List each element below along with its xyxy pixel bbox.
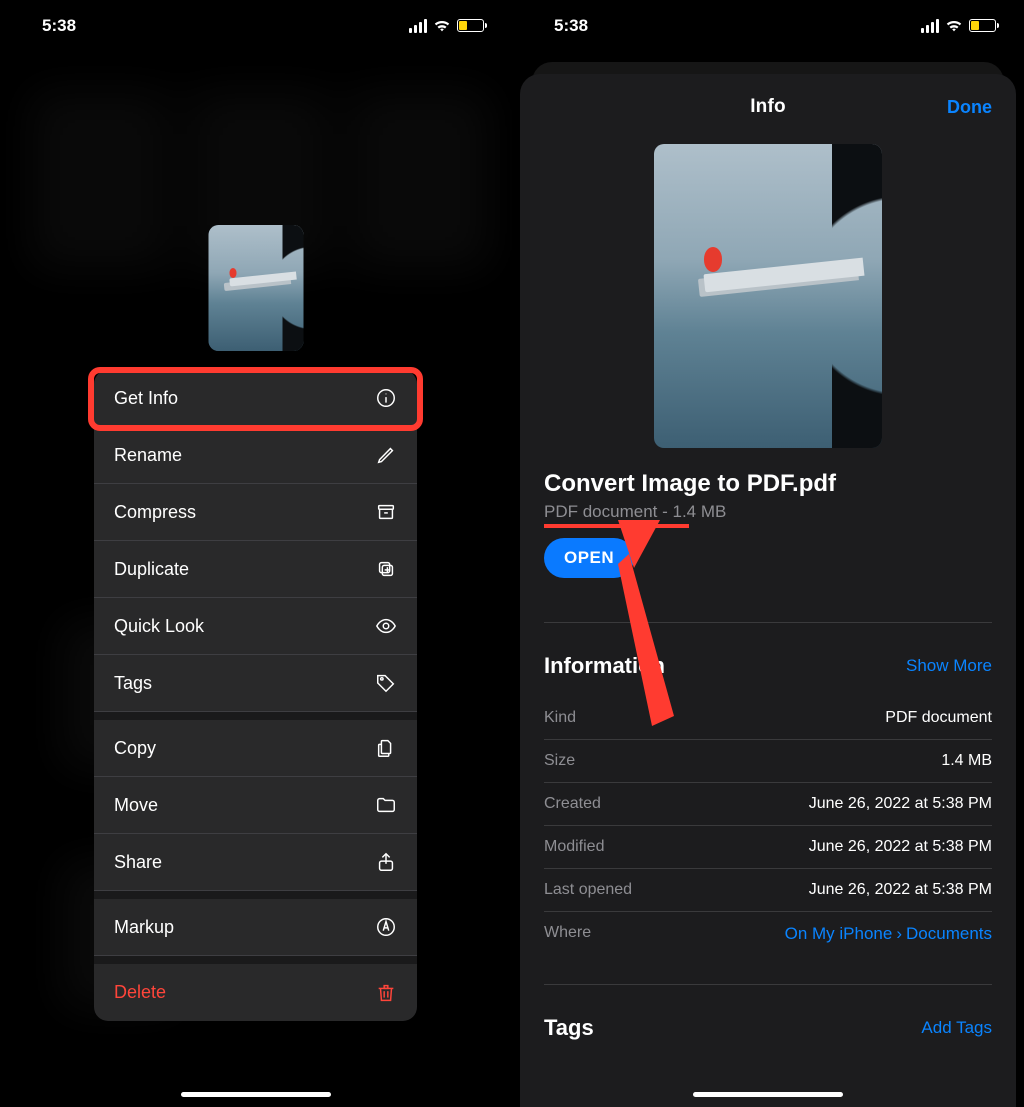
menu-item-label: Markup (114, 917, 174, 938)
info-value: June 26, 2022 at 5:38 PM (809, 795, 992, 813)
menu-get-info[interactable]: Get Info (94, 370, 417, 427)
add-tags-button[interactable]: Add Tags (921, 1018, 992, 1038)
cellular-icon (409, 19, 427, 33)
sheet-title: Info (750, 96, 786, 118)
menu-item-label: Move (114, 795, 158, 816)
pencil-icon (375, 444, 397, 466)
chevron-right-icon: › (896, 924, 902, 943)
menu-item-label: Quick Look (114, 616, 204, 637)
info-value: PDF document (885, 709, 992, 727)
menu-item-label: Duplicate (114, 559, 189, 580)
info-value: 1.4 MB (941, 752, 992, 770)
file-subtitle: PDF document - 1.4 MB (544, 502, 726, 522)
menu-move[interactable]: Move (94, 777, 417, 834)
menu-markup[interactable]: Markup (94, 899, 417, 956)
markup-icon (375, 916, 397, 938)
show-more-button[interactable]: Show More (906, 656, 992, 676)
eye-icon (375, 615, 397, 637)
info-key: Kind (544, 709, 576, 727)
right-screenshot: 5:38 Info Done Convert Image to PDF.pdf … (512, 0, 1024, 1107)
menu-item-label: Get Info (114, 388, 178, 409)
cellular-icon (921, 19, 939, 33)
info-row-modified: Modified June 26, 2022 at 5:38 PM (544, 826, 992, 869)
where-link[interactable]: On My iPhone›Documents (785, 924, 992, 944)
annotation-underline (544, 524, 689, 528)
duplicate-icon (375, 558, 397, 580)
file-thumbnail[interactable] (209, 225, 304, 351)
status-bar: 5:38 (512, 0, 1024, 44)
share-icon (375, 851, 397, 873)
information-list: Kind PDF document Size 1.4 MB Created Ju… (544, 697, 992, 956)
tag-icon (375, 672, 397, 694)
home-indicator (181, 1092, 331, 1097)
wifi-icon (433, 19, 451, 33)
menu-delete[interactable]: Delete (94, 964, 417, 1021)
menu-item-label: Share (114, 852, 162, 873)
menu-item-label: Rename (114, 445, 182, 466)
menu-item-label: Copy (114, 738, 156, 759)
info-row-created: Created June 26, 2022 at 5:38 PM (544, 783, 992, 826)
info-key: Size (544, 752, 575, 770)
file-name: Convert Image to PDF.pdf (544, 470, 992, 498)
copy-icon (375, 737, 397, 759)
file-preview[interactable] (654, 144, 882, 448)
status-time: 5:38 (554, 16, 588, 36)
info-key: Last opened (544, 881, 632, 899)
menu-rename[interactable]: Rename (94, 427, 417, 484)
context-menu: Get Info Rename Compress Duplicate Quick… (94, 370, 417, 1021)
menu-item-label: Delete (114, 982, 166, 1003)
home-indicator (693, 1092, 843, 1097)
menu-tags[interactable]: Tags (94, 655, 417, 712)
menu-item-label: Compress (114, 502, 196, 523)
info-sheet: Info Done Convert Image to PDF.pdf PDF d… (520, 74, 1016, 1107)
left-screenshot: 5:38 Get Info Rename Compress (0, 0, 512, 1107)
archive-icon (375, 501, 397, 523)
menu-copy[interactable]: Copy (94, 720, 417, 777)
info-value: June 26, 2022 at 5:38 PM (809, 881, 992, 899)
menu-item-label: Tags (114, 673, 152, 694)
folder-icon (375, 794, 397, 816)
menu-compress[interactable]: Compress (94, 484, 417, 541)
battery-icon (969, 19, 996, 32)
open-button[interactable]: OPEN (544, 538, 634, 578)
info-key: Where (544, 924, 591, 944)
info-key: Modified (544, 838, 604, 856)
menu-quick-look[interactable]: Quick Look (94, 598, 417, 655)
information-heading: Information (544, 653, 665, 679)
wifi-icon (945, 19, 963, 33)
menu-share[interactable]: Share (94, 834, 417, 891)
trash-icon (375, 982, 397, 1004)
info-row-where: Where On My iPhone›Documents (544, 912, 992, 956)
menu-duplicate[interactable]: Duplicate (94, 541, 417, 598)
done-button[interactable]: Done (947, 97, 992, 118)
info-row-last-opened: Last opened June 26, 2022 at 5:38 PM (544, 869, 992, 912)
info-icon (375, 387, 397, 409)
status-bar: 5:38 (0, 0, 512, 44)
battery-icon (457, 19, 484, 32)
info-value: June 26, 2022 at 5:38 PM (809, 838, 992, 856)
tags-heading: Tags (544, 1015, 594, 1041)
info-row-kind: Kind PDF document (544, 697, 992, 740)
info-row-size: Size 1.4 MB (544, 740, 992, 783)
info-key: Created (544, 795, 601, 813)
status-time: 5:38 (42, 16, 76, 36)
